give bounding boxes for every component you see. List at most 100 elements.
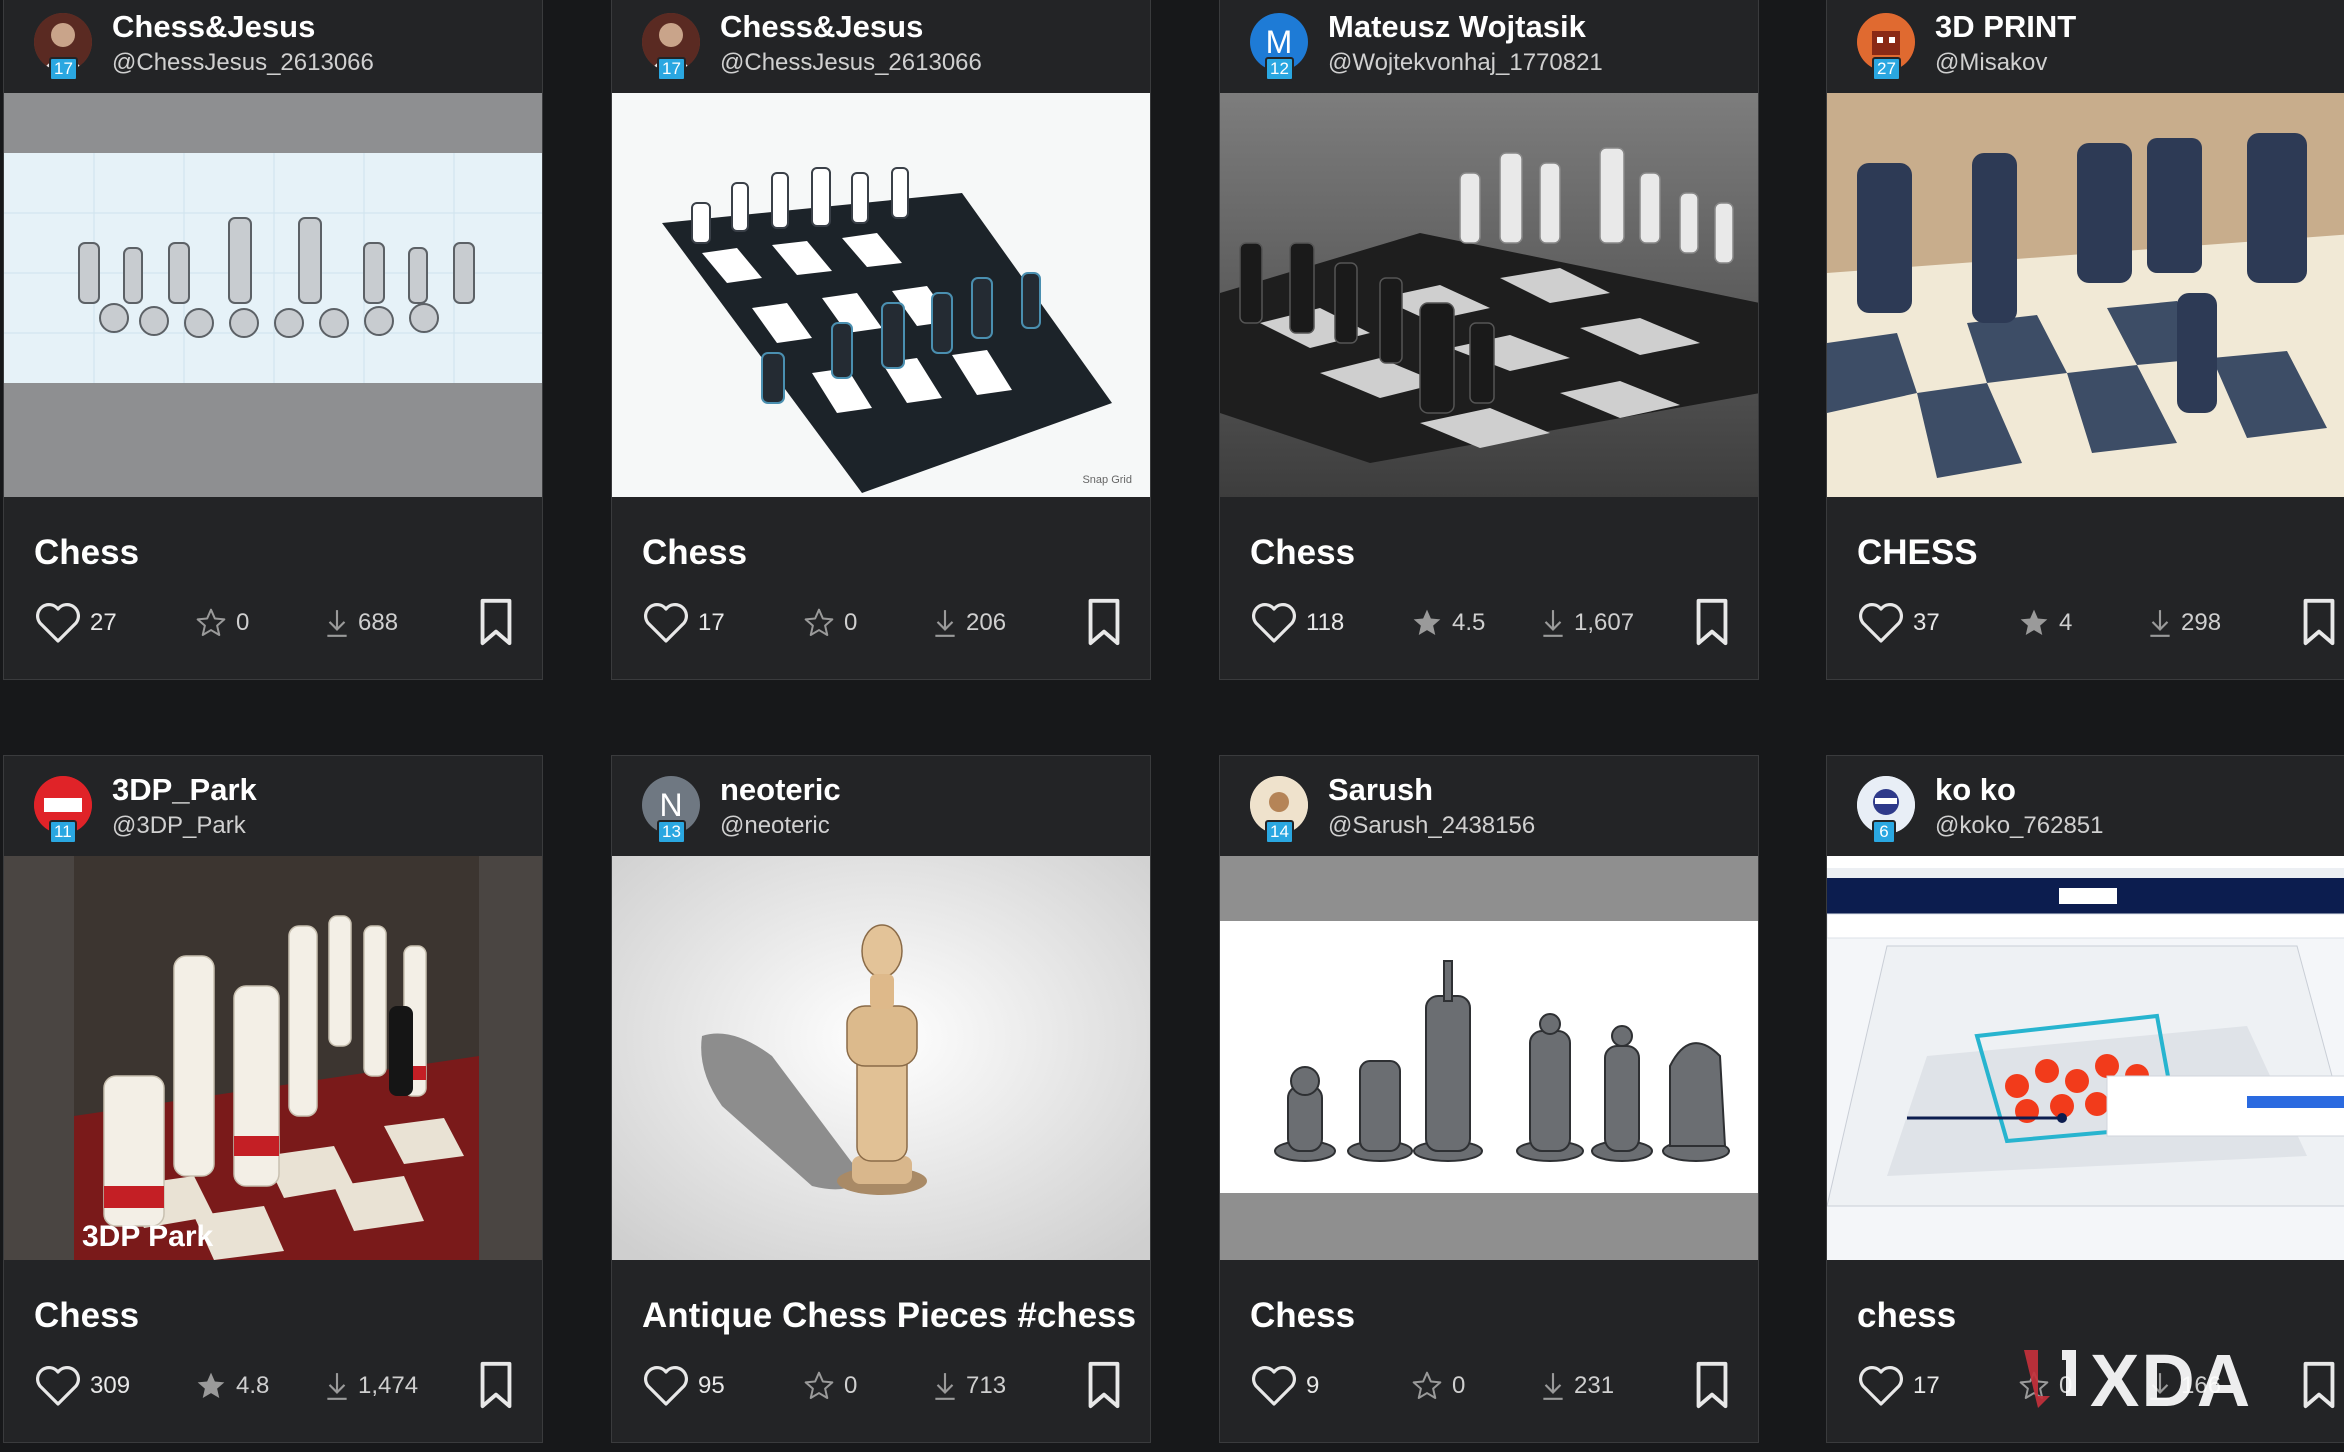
like-button[interactable]: 27 xyxy=(34,603,117,643)
like-button[interactable]: 17 xyxy=(1857,1366,1940,1406)
like-button[interactable]: 9 xyxy=(1250,1366,1319,1406)
author-handle[interactable]: @Wojtekvonhaj_1770821 xyxy=(1328,49,1603,77)
card-stats: 118 4.5 1,607 xyxy=(1250,597,1740,649)
like-button[interactable]: 118 xyxy=(1250,603,1344,643)
design-thumbnail[interactable] xyxy=(4,93,542,497)
bookmark-icon xyxy=(1696,1361,1728,1409)
author-name[interactable]: 3D PRINT xyxy=(1935,9,2076,45)
card-header: 11 3DP_Park @3DP_Park xyxy=(4,756,542,856)
bookmark-icon xyxy=(2303,1361,2335,1409)
bookmark-button[interactable] xyxy=(1084,1360,1124,1415)
design-thumbnail[interactable] xyxy=(1220,856,1758,1260)
card-stats: 17 0 206 xyxy=(642,597,1132,649)
design-title[interactable]: chess xyxy=(1857,1296,1956,1336)
like-button[interactable]: 17 xyxy=(642,603,725,643)
design-card[interactable]: 27 3D PRINT @Misakov CHESS 37 4 298 xyxy=(1826,0,2344,680)
design-title[interactable]: Chess xyxy=(34,1296,139,1336)
rating: 4 xyxy=(2017,603,2072,643)
bookmark-button[interactable] xyxy=(1084,597,1124,652)
author-name[interactable]: neoteric xyxy=(720,772,841,808)
design-thumbnail[interactable] xyxy=(1827,93,2344,497)
downloads: 1,607 xyxy=(1540,603,1634,643)
like-button[interactable]: 309 xyxy=(34,1366,130,1406)
design-title[interactable]: Chess xyxy=(1250,1296,1355,1336)
design-title[interactable]: Chess xyxy=(1250,533,1355,573)
author-handle[interactable]: @ChessJesus_2613066 xyxy=(112,49,374,77)
design-card[interactable]: N 13 neoteric @neoteric Antique Chess Pi… xyxy=(611,755,1151,1443)
author-name[interactable]: Chess&Jesus xyxy=(720,9,923,45)
downloads: 1,474 xyxy=(324,1366,418,1406)
xda-watermark: XDA xyxy=(2024,1338,2253,1423)
heart-icon xyxy=(36,603,80,643)
rating-value: 0 xyxy=(844,609,858,636)
author-name[interactable]: 3DP_Park xyxy=(112,772,257,808)
bookmark-button[interactable] xyxy=(1692,597,1732,652)
bookmark-button[interactable] xyxy=(2299,597,2339,652)
design-title[interactable]: Chess xyxy=(642,533,747,573)
design-card[interactable]: 17 Chess&Jesus @ChessJesus_2613066 Chess… xyxy=(3,0,543,680)
rating: 0 xyxy=(802,1366,857,1406)
heart-icon xyxy=(36,1366,80,1406)
bookmark-button[interactable] xyxy=(2299,1360,2339,1415)
downloads: 713 xyxy=(932,1366,1006,1406)
author-name[interactable]: ko ko xyxy=(1935,772,2016,808)
downloads: 231 xyxy=(1540,1366,1614,1406)
card-stats: 37 4 298 xyxy=(1857,597,2344,649)
level-badge: 27 xyxy=(1872,57,1901,81)
download-icon xyxy=(935,1373,955,1400)
like-button[interactable]: 95 xyxy=(642,1366,725,1406)
bookmark-button[interactable] xyxy=(1692,1360,1732,1415)
design-thumbnail[interactable] xyxy=(1827,856,2344,1260)
heart-icon xyxy=(644,603,688,643)
like-count: 17 xyxy=(698,609,725,636)
bookmark-icon xyxy=(480,1361,512,1409)
design-card[interactable]: 14 Sarush @Sarush_2438156 Chess 9 0 231 xyxy=(1219,755,1759,1443)
author-handle[interactable]: @koko_762851 xyxy=(1935,812,2104,840)
image-watermark: 3DP Park xyxy=(82,1220,214,1253)
xda-text: XDA xyxy=(2090,1339,2253,1422)
design-thumbnail[interactable]: Snap Grid xyxy=(612,93,1150,497)
star-outline-icon xyxy=(804,1371,834,1399)
level-badge: 12 xyxy=(1265,57,1294,81)
design-title[interactable]: CHESS xyxy=(1857,533,1978,573)
design-card[interactable]: 6 ko ko @koko_762851 chess 17 0 166 xyxy=(1826,755,2344,1443)
heart-icon xyxy=(1252,603,1296,643)
download-count: 206 xyxy=(966,609,1007,636)
level-badge: 17 xyxy=(49,57,78,81)
design-card[interactable]: 11 3DP_Park @3DP_Park 3DP Park Chess 309 xyxy=(3,755,543,1443)
like-button[interactable]: 37 xyxy=(1857,603,1940,643)
level-badge: 14 xyxy=(1265,820,1294,844)
design-thumbnail[interactable] xyxy=(1220,93,1758,497)
download-count: 1,607 xyxy=(1574,609,1635,636)
author-name[interactable]: Chess&Jesus xyxy=(112,9,315,45)
rating-value: 0 xyxy=(236,609,250,636)
like-count: 309 xyxy=(90,1372,131,1399)
author-name[interactable]: Mateusz Wojtasik xyxy=(1328,9,1586,45)
author-handle[interactable]: @Sarush_2438156 xyxy=(1328,812,1535,840)
rating: 0 xyxy=(194,603,249,643)
download-count: 298 xyxy=(2181,609,2222,636)
like-count: 17 xyxy=(1913,1372,1940,1399)
design-title[interactable]: Antique Chess Pieces #chess xyxy=(642,1296,1136,1336)
design-thumbnail[interactable] xyxy=(612,856,1150,1260)
like-count: 37 xyxy=(1913,609,1940,636)
card-header: 6 ko ko @koko_762851 xyxy=(1827,756,2344,856)
download-icon xyxy=(1543,1373,1563,1400)
author-handle[interactable]: @ChessJesus_2613066 xyxy=(720,49,982,77)
author-handle[interactable]: @Misakov xyxy=(1935,49,2047,77)
bookmark-button[interactable] xyxy=(476,1360,516,1415)
design-card[interactable]: 17 Chess&Jesus @ChessJesus_2613066 Snap … xyxy=(611,0,1151,680)
heart-icon xyxy=(1859,1366,1903,1406)
author-handle[interactable]: @neoteric xyxy=(720,812,830,840)
star-filled-icon xyxy=(1413,609,1441,635)
design-thumbnail[interactable]: 3DP Park xyxy=(4,856,542,1260)
design-title[interactable]: Chess xyxy=(34,533,139,573)
bookmark-button[interactable] xyxy=(476,597,516,652)
download-icon xyxy=(327,1373,347,1400)
author-name[interactable]: Sarush xyxy=(1328,772,1433,808)
download-count: 1,474 xyxy=(358,1372,419,1399)
author-handle[interactable]: @3DP_Park xyxy=(112,812,246,840)
design-card[interactable]: M 12 Mateusz Wojtasik @Wojtekvonhaj_1770… xyxy=(1219,0,1759,680)
card-header: 14 Sarush @Sarush_2438156 xyxy=(1220,756,1758,856)
rating: 4.8 xyxy=(194,1366,269,1406)
